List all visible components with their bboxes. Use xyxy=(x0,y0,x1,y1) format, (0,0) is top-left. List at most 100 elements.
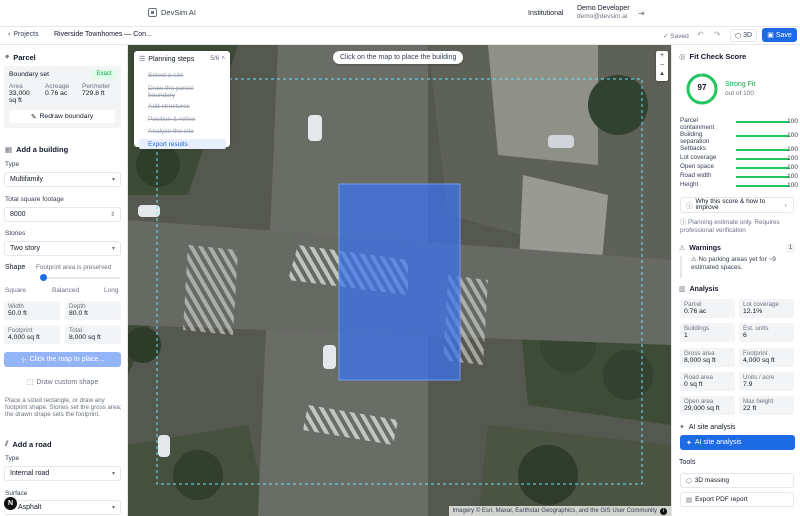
fit-metric-value: 100 xyxy=(787,146,798,153)
fit-check-disclaimer: ⓘ Planning estimate only. Requires profe… xyxy=(680,219,794,235)
draw-custom-shape-button[interactable]: ⬚ Draw custom shape xyxy=(4,375,121,389)
score-value: 97 xyxy=(697,83,707,92)
fit-metric-name: Open space xyxy=(680,163,714,170)
fit-metric-name: Building separation xyxy=(680,131,710,145)
analysis-stat: Road area 0 sq ft xyxy=(680,372,735,391)
step-position-refine[interactable]: Position & refine xyxy=(148,116,195,123)
road-type-select[interactable]: Internal road ▾ xyxy=(4,466,121,481)
fit-metric-fill xyxy=(736,135,789,137)
target-icon: ◎ xyxy=(679,52,686,61)
zoom-controls: + − ▲ xyxy=(656,51,668,81)
project-toolbar: ‹ Projects Riverside Townhomes — Con... … xyxy=(0,27,800,45)
total-stat: Total 8,000 sq ft xyxy=(65,325,121,344)
shape-slider[interactable] xyxy=(40,274,120,281)
chevron-down-icon: ▾ xyxy=(111,246,115,252)
fit-metric-fill xyxy=(736,185,789,187)
map-hint: Click on the map to place the building xyxy=(333,51,464,64)
shape-note: Footprint area is preserved xyxy=(36,264,112,271)
perimeter-value: 729.8 ft xyxy=(82,90,105,97)
fit-metric-bar xyxy=(736,121,789,123)
project-name[interactable]: Riverside Townhomes — Con... xyxy=(54,31,152,38)
parcel-title: Parcel xyxy=(13,52,36,62)
warning-text: No parking areas yet for ~9 estimated sp… xyxy=(691,256,776,271)
why-score-label: Why this score & how to improve xyxy=(695,197,766,211)
plan-label: Institutional xyxy=(528,10,564,17)
analysis-stat-value: 29,000 sq ft xyxy=(684,405,720,412)
analysis-stat: Open area 29,000 sq ft xyxy=(680,396,735,415)
step-export-results[interactable]: Export results xyxy=(139,139,226,149)
map-attribution: Imagery © Esri, Maxar, Earthstar Geograp… xyxy=(448,506,671,516)
user-avatar[interactable]: N xyxy=(4,497,17,510)
warning-icon: ⚠ xyxy=(679,245,686,252)
analysis-stat: Parcel 0.76 ac xyxy=(680,299,735,318)
analysis-stat-value: 8,000 sq ft xyxy=(684,357,716,364)
save-button[interactable]: ▣ Save xyxy=(762,28,797,42)
undo-icon[interactable]: ↶ xyxy=(697,30,704,39)
export-pdf-button[interactable]: ▤ Export PDF report xyxy=(680,492,794,507)
back-to-projects-button[interactable]: ‹ Projects xyxy=(8,31,39,38)
analysis-stat: Lot coverage 12.1% xyxy=(739,299,794,318)
brand[interactable]: DevSim AI xyxy=(148,8,196,17)
sqft-input[interactable]: 8000 ⇕ xyxy=(4,207,121,222)
planning-steps-count: 5/6 ˄ xyxy=(210,55,225,62)
redraw-boundary-button[interactable]: ✎ Redraw boundary xyxy=(9,110,115,123)
area-label: Area xyxy=(9,83,23,90)
analysis-stat-label: Open area xyxy=(684,398,714,405)
parcel-section-title: ⌖ Parcel xyxy=(5,52,36,62)
building-icon: ▦ xyxy=(5,145,13,154)
warnings-count: 1 xyxy=(786,244,795,253)
chart-icon: ▥ xyxy=(679,286,686,293)
building-section-title: ▦ Add a building xyxy=(5,145,68,154)
fit-metric-value: 100 xyxy=(787,182,798,189)
disclaimer-text: Planning estimate only. Requires profess… xyxy=(680,219,780,234)
attribution-text: Imagery © Esri, Maxar, Earthstar Geograp… xyxy=(452,508,658,514)
stepper-icon[interactable]: ⇕ xyxy=(110,211,115,218)
map-view[interactable]: Click on the map to place the building ☰… xyxy=(128,45,671,516)
steps-count-value: 5/6 xyxy=(210,55,220,62)
footprint-label: Footprint xyxy=(8,327,33,334)
analysis-stat-value: 7.9 xyxy=(743,381,753,388)
brand-name: DevSim AI xyxy=(161,8,197,17)
stories-select[interactable]: Two story ▾ xyxy=(4,241,121,256)
depth-stat: Depth 80.0 ft xyxy=(65,301,121,320)
logout-icon[interactable]: ⇥ xyxy=(638,9,645,18)
why-score-button[interactable]: ⓘ Why this score & how to improve › xyxy=(680,197,794,213)
info-icon[interactable]: i xyxy=(660,507,667,515)
building-type-value: Multifamily xyxy=(10,176,44,183)
building-type-select[interactable]: Multifamily ▾ xyxy=(4,172,121,187)
analysis-stat-value: 6 xyxy=(743,332,747,339)
left-panel: ⌖ Parcel Boundary set Exact Area 33,000 … xyxy=(0,45,128,516)
step-add-structures[interactable]: Add structures xyxy=(148,103,190,110)
3d-massing-button[interactable]: ⬡ 3D massing xyxy=(680,473,794,488)
footprint-value: 4,000 sq ft xyxy=(8,334,40,341)
chevron-down-icon: ▾ xyxy=(111,177,115,183)
fit-metric-bar xyxy=(736,176,789,178)
pen-icon: ⬚ xyxy=(26,379,34,386)
fit-metric-row: Building separation 100 xyxy=(680,131,798,144)
chevron-left-icon: ‹ xyxy=(8,31,11,38)
warnings-title: ⚠ Warnings xyxy=(679,244,721,253)
fit-metric-name: Setbacks xyxy=(680,145,706,152)
massing-label: 3D massing xyxy=(694,477,730,484)
redo-icon[interactable]: ↷ xyxy=(714,30,721,39)
toggle-3d-button[interactable]: ⬡ 3D xyxy=(730,29,758,42)
step-draw-boundary[interactable]: Draw the parcel boundary xyxy=(148,85,220,99)
analysis-stat-label: Lot coverage xyxy=(743,301,779,308)
footprint-stat: Footprint 4,000 sq ft xyxy=(4,325,60,344)
road-icon: ⫽ xyxy=(5,439,9,448)
type-label: Type xyxy=(5,161,20,168)
zoom-in-button[interactable]: + xyxy=(656,51,668,61)
step-select-site[interactable]: Select a site xyxy=(148,72,183,79)
fit-metric-row: Height 100 xyxy=(680,181,798,191)
planning-steps-header[interactable]: ☰ Planning steps 5/6 ˄ xyxy=(139,55,225,63)
surface-select[interactable]: Asphalt ▾ xyxy=(4,500,121,515)
step-analyze-site[interactable]: Analyze the site xyxy=(148,128,194,135)
compass-icon[interactable]: ▲ xyxy=(656,70,668,80)
zoom-out-button[interactable]: − xyxy=(656,61,668,71)
devsim-logo-icon xyxy=(148,8,157,17)
ai-site-analysis-button[interactable]: ✦ AI site analysis xyxy=(680,435,795,450)
user-info: Demo Developer demo@devsim.ai xyxy=(577,5,630,21)
place-building-button[interactable]: ⊹ Click the map to place... xyxy=(4,352,121,367)
shape-option-square: Square xyxy=(5,287,26,294)
shape-slider-thumb[interactable] xyxy=(40,274,47,281)
